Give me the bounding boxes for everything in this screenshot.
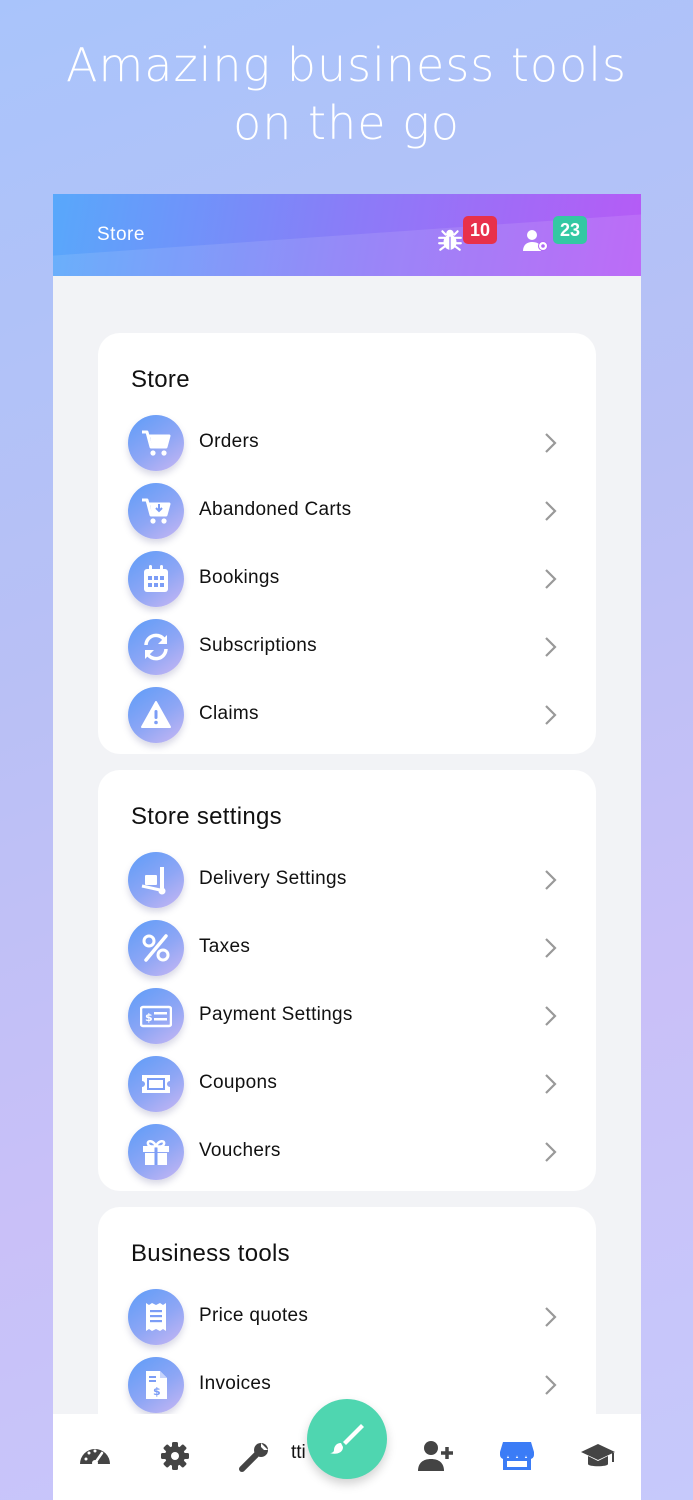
svg-text:$: $	[153, 1385, 161, 1398]
menu-item-vouchers[interactable]: Vouchers	[98, 1121, 596, 1187]
chevron-right-icon	[545, 433, 557, 453]
chevron-right-icon	[545, 870, 557, 890]
menu-item-label: Payment Settings	[199, 1004, 353, 1025]
sync-icon	[144, 633, 168, 661]
cart-download-icon	[142, 498, 171, 524]
store-settings-card: Store settings Delivery Settings Taxes $…	[98, 770, 596, 1191]
menu-item-label: Invoices	[199, 1373, 272, 1394]
paintbrush-fab[interactable]	[307, 1399, 387, 1479]
gift-icon	[143, 1140, 169, 1165]
user-count-badge: 23	[553, 216, 587, 244]
app-bar-title: Store	[97, 224, 145, 245]
dashboard-icon[interactable]	[77, 1438, 113, 1474]
menu-item-bookings[interactable]: Bookings	[98, 548, 596, 614]
phone-screen: Store 10 23 Store Orders Abandoned Carts…	[53, 194, 641, 1500]
menu-item-label: Vouchers	[199, 1140, 281, 1161]
user-settings-icon[interactable]	[523, 227, 549, 253]
menu-item-coupons[interactable]: Coupons	[98, 1053, 596, 1119]
bug-count-badge: 10	[463, 216, 497, 244]
chevron-right-icon	[545, 938, 557, 958]
chevron-right-icon	[545, 705, 557, 725]
warning-icon	[141, 701, 171, 728]
headline-line-1: Amazing business tools	[66, 38, 627, 92]
menu-item-orders[interactable]: Orders	[98, 412, 596, 478]
dolly-icon	[141, 867, 166, 895]
paintbrush-icon	[330, 1424, 364, 1454]
graduation-cap-icon[interactable]	[580, 1438, 616, 1474]
menu-item-delivery-settings[interactable]: Delivery Settings	[98, 849, 596, 915]
store-card: Store Orders Abandoned Carts Bookings Su…	[98, 333, 596, 754]
chevron-right-icon	[545, 637, 557, 657]
store-icon[interactable]	[499, 1438, 535, 1474]
menu-item-taxes[interactable]: Taxes	[98, 917, 596, 983]
section-title: Business tools	[131, 1240, 290, 1267]
calendar-icon	[144, 565, 168, 592]
bug-icon[interactable]	[437, 227, 463, 253]
headline-line-2: on the go	[233, 96, 460, 150]
receipt-icon	[146, 1303, 166, 1331]
menu-item-label: Delivery Settings	[199, 868, 347, 889]
chevron-right-icon	[545, 1307, 557, 1327]
menu-item-subscriptions[interactable]: Subscriptions	[98, 616, 596, 682]
section-title: Store	[131, 366, 190, 393]
menu-item-label: Coupons	[199, 1072, 278, 1093]
chevron-right-icon	[545, 569, 557, 589]
app-bar: Store 10 23	[53, 194, 641, 276]
chevron-right-icon	[545, 1142, 557, 1162]
menu-item-label: Bookings	[199, 567, 280, 588]
menu-item-label: Claims	[199, 703, 259, 724]
wrench-icon[interactable]	[237, 1438, 273, 1474]
menu-item-price-quotes[interactable]: Price quotes	[98, 1286, 596, 1352]
menu-item-abandoned-carts[interactable]: Abandoned Carts	[98, 480, 596, 546]
promo-headline: Amazing business tools on the go	[0, 36, 693, 152]
chevron-right-icon	[545, 501, 557, 521]
menu-item-label: Price quotes	[199, 1305, 309, 1326]
obscured-nav-label: tti	[291, 1442, 306, 1463]
cart-icon	[142, 430, 171, 456]
menu-item-claims[interactable]: Claims	[98, 684, 596, 750]
chevron-right-icon	[545, 1375, 557, 1395]
menu-item-payment-settings[interactable]: $ Payment Settings	[98, 985, 596, 1051]
section-title: Store settings	[131, 803, 282, 830]
ticket-icon	[142, 1075, 170, 1093]
percent-icon	[142, 934, 170, 962]
chevron-right-icon	[545, 1006, 557, 1026]
menu-item-label: Taxes	[199, 936, 251, 957]
money-check-icon: $	[140, 1005, 172, 1028]
invoice-dollar-icon: $	[146, 1371, 167, 1399]
menu-item-label: Subscriptions	[199, 635, 317, 656]
menu-item-label: Orders	[199, 431, 259, 452]
settings-gear-icon[interactable]	[157, 1438, 193, 1474]
add-user-icon[interactable]	[417, 1438, 453, 1474]
svg-text:$: $	[145, 1011, 153, 1024]
menu-item-label: Abandoned Carts	[199, 499, 352, 520]
chevron-right-icon	[545, 1074, 557, 1094]
